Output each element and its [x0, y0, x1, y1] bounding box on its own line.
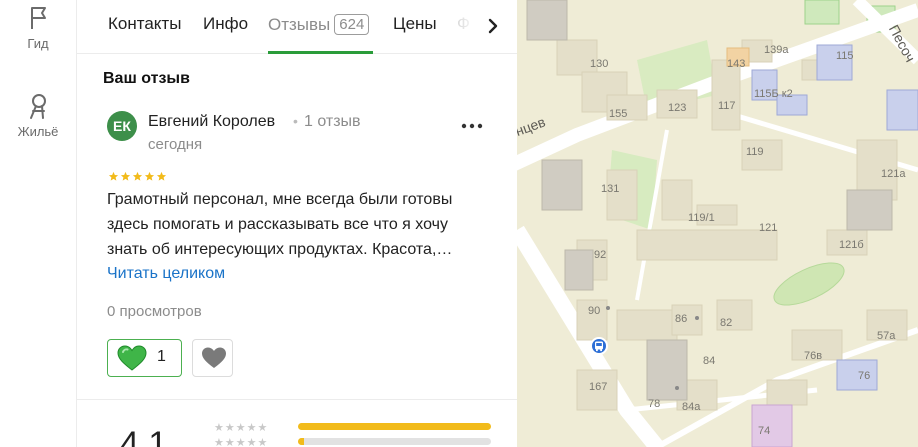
building-label: 76: [858, 370, 871, 382]
building-label: 130: [590, 58, 609, 70]
rating-bar: [298, 423, 491, 430]
more-options-icon[interactable]: [459, 114, 485, 138]
building-label: 121б: [839, 239, 864, 251]
bus-icon: [595, 341, 603, 352]
building-label: 121: [759, 222, 778, 234]
your-review-title: Ваш отзыв: [103, 70, 190, 87]
building-label: 121а: [881, 168, 906, 180]
rating-bar-fill: [298, 438, 304, 445]
star-icon: [120, 171, 131, 181]
rating-bar: [298, 438, 491, 445]
dislike-button[interactable]: [192, 339, 233, 377]
tab-prices[interactable]: Цены: [393, 14, 437, 34]
chevron-right-icon[interactable]: [481, 14, 505, 38]
author-name[interactable]: Евгений Королев: [148, 113, 275, 131]
review-text-line: Грамотный персонал, мне всегда были гото…: [107, 191, 453, 208]
building-label: 86: [675, 313, 688, 325]
building-label: 167: [589, 381, 608, 393]
heart-outline-icon: [202, 347, 226, 368]
bus-stop-marker[interactable]: [590, 337, 608, 355]
row-stars: ★★★★★: [214, 422, 269, 434]
star-icon: [144, 171, 155, 181]
building-label: 92: [594, 249, 607, 261]
building-label: 90: [588, 305, 601, 317]
rating-bar-fill: [298, 423, 491, 430]
building-label: 82: [720, 317, 733, 329]
flag-icon: [31, 7, 46, 29]
building-label: 74: [758, 425, 771, 437]
building-label: 115Б к2: [754, 88, 793, 100]
building-label: 131: [601, 183, 620, 195]
star-icon: [108, 171, 119, 181]
tab-reviews[interactable]: Отзывы 624: [268, 14, 370, 35]
building-label: 57а: [877, 330, 896, 342]
building-label: 84а: [682, 401, 701, 413]
read-more-link[interactable]: Читать целиком: [107, 265, 225, 283]
rail-item-label: Гид: [27, 36, 49, 51]
building-label: 123: [668, 102, 687, 114]
avatar[interactable]: ЕК: [107, 111, 137, 141]
rail-item-guide[interactable]: Гид: [0, 4, 76, 51]
tab-contacts[interactable]: Контакты: [108, 14, 181, 34]
building-label: 115: [836, 50, 854, 62]
separator-dot: •: [293, 113, 298, 129]
like-button[interactable]: 1: [107, 339, 182, 377]
overall-rating: 4,1: [120, 425, 168, 447]
like-count: 1: [157, 348, 166, 365]
star-icon: [132, 171, 143, 181]
review-text: Грамотный персонал, мне всегда были гото…: [107, 187, 502, 262]
active-tab-indicator: [268, 51, 373, 54]
review-text-line: знать об интересующих продуктах. Красота…: [107, 241, 453, 258]
review-rating-stars: [108, 169, 168, 181]
section-divider: [77, 399, 517, 400]
tab-label: Цены: [393, 14, 437, 33]
building-label: 117: [718, 100, 736, 112]
building-label: 76в: [804, 350, 823, 362]
reviews-count-badge: 624: [334, 14, 370, 35]
tab-label: Контакты: [108, 14, 182, 33]
heart-icon: [117, 345, 147, 371]
building-label: 119/1: [688, 212, 715, 224]
star-icon: [156, 171, 167, 181]
building-label: 78: [648, 398, 661, 410]
tab-label: Инфо: [203, 14, 249, 33]
left-rail: Гид Жильё: [0, 0, 77, 447]
building-label: 143: [727, 58, 746, 70]
author-reviews-count: 1 отзыв: [304, 113, 361, 130]
tab-bar: Контакты Инфо Отзывы624 Цены Ф: [77, 0, 517, 54]
business-panel: Контакты Инфо Отзывы624 Цены Ф Ваш отзыв…: [77, 0, 517, 447]
building-label: 84: [703, 355, 716, 367]
building-label: 119: [746, 146, 764, 158]
rail-item-label: Жильё: [17, 124, 59, 139]
row-stars: ★★★★★: [214, 437, 269, 447]
rail-item-housing[interactable]: Жильё: [0, 92, 76, 139]
map-view[interactable]: 130 143 139а 115 155 123 117 115Б к2 119…: [517, 0, 918, 447]
review-date: сегодня: [148, 136, 203, 153]
views-count: 0 просмотров: [107, 303, 202, 320]
building-label: 139а: [764, 44, 789, 56]
housing-icon: [30, 94, 46, 119]
tab-label: Отзывы: [268, 15, 331, 34]
review-text-line: здесь помогать и рассказывать все что я …: [107, 216, 448, 233]
tab-info[interactable]: Инфо: [203, 14, 248, 34]
building-label: 155: [609, 108, 628, 120]
